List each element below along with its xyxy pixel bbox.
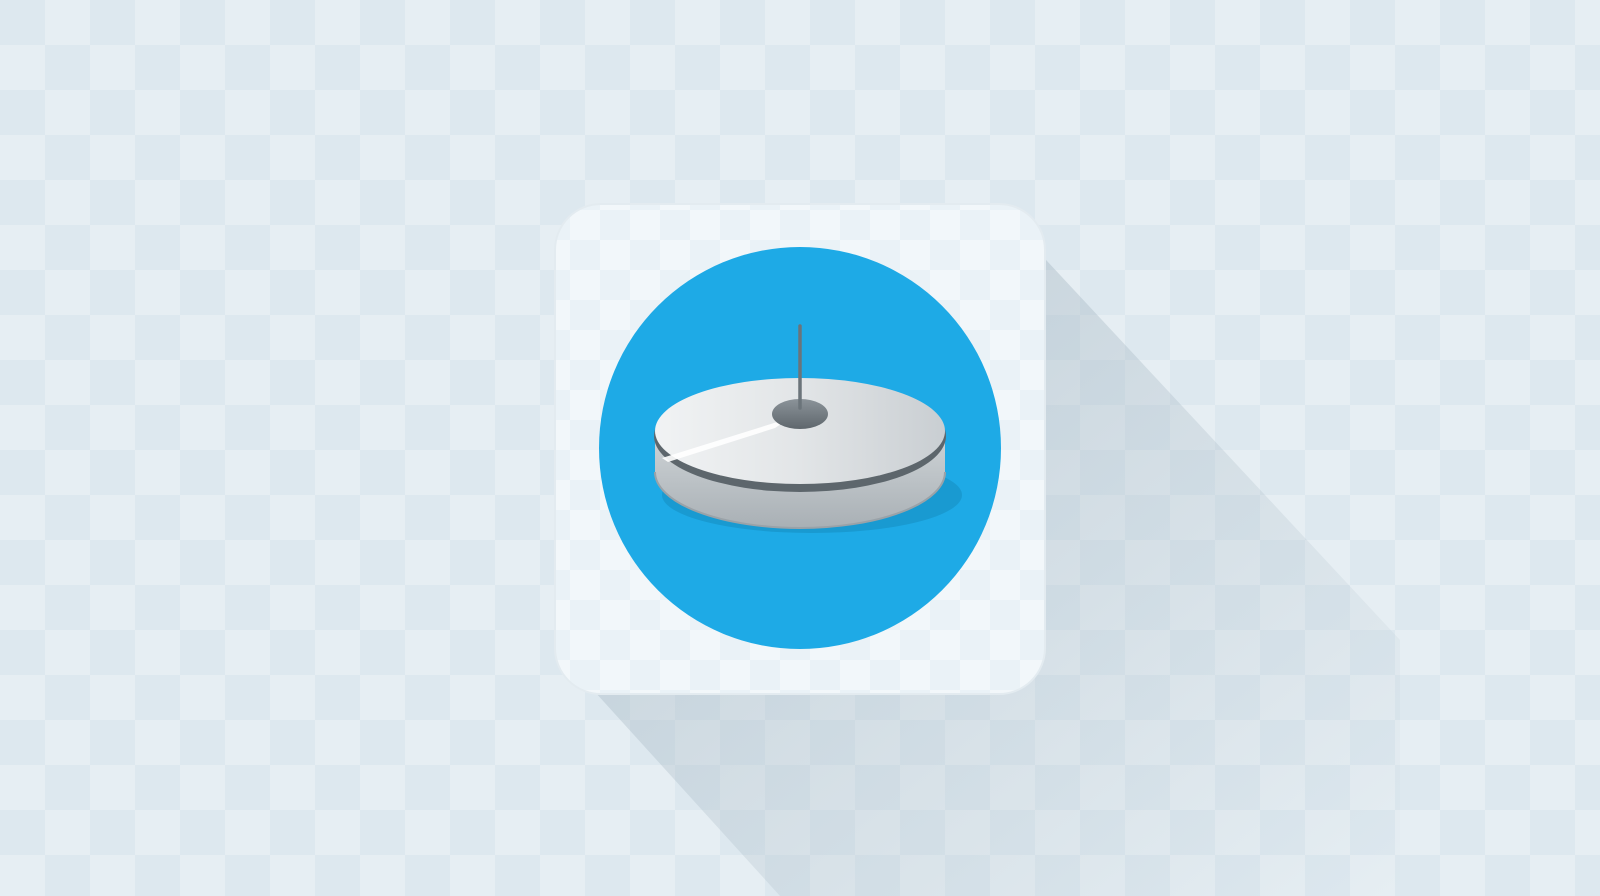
canvas-background xyxy=(0,0,1600,896)
app-icon-illustration xyxy=(554,203,1400,896)
